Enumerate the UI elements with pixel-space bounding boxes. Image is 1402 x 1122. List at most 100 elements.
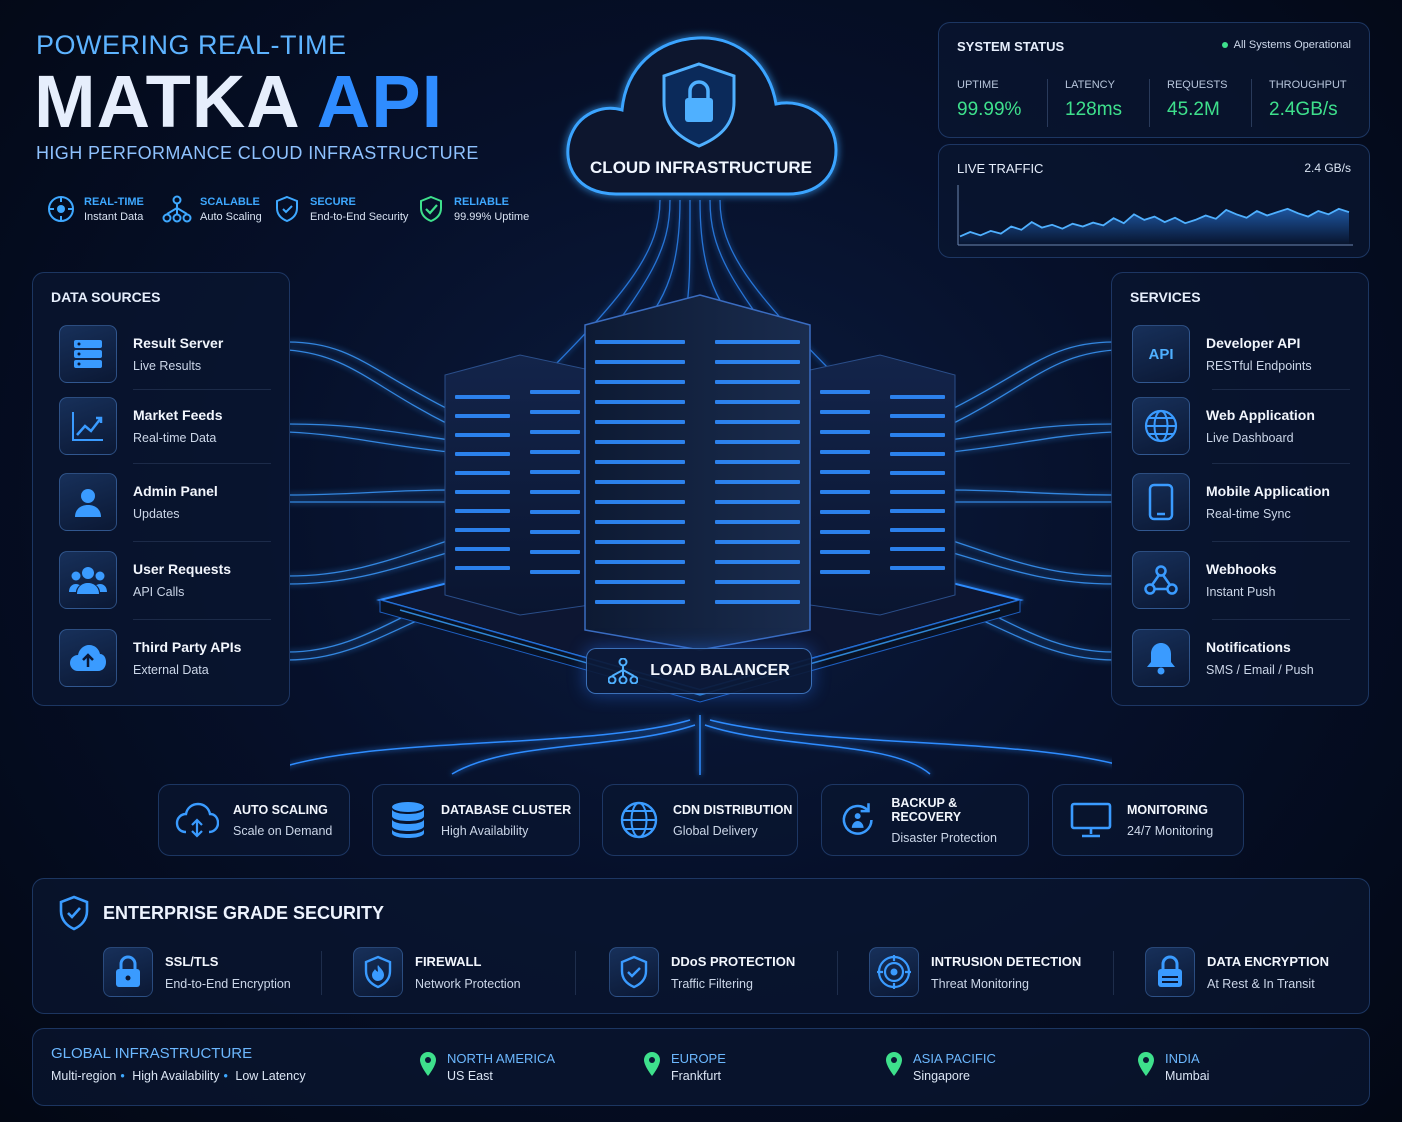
hero-subtitle: HIGH PERFORMANCE CLOUD INFRASTRUCTURE bbox=[36, 143, 479, 163]
infra-backup-recovery[interactable]: BACKUP & RECOVERY Disaster Protection bbox=[821, 784, 1029, 856]
load-balancer-label: LOAD BALANCER bbox=[650, 662, 790, 679]
rack-led bbox=[820, 570, 870, 574]
infra-desc: High Availability bbox=[441, 823, 529, 838]
rack-led bbox=[530, 510, 580, 514]
rack-led bbox=[595, 380, 685, 384]
rack-led bbox=[715, 460, 800, 464]
rack-led bbox=[595, 600, 685, 604]
api-icon: API bbox=[1132, 325, 1190, 383]
bell-icon bbox=[1132, 629, 1190, 687]
source-item-third-party-apis[interactable]: Third Party APIs External Data bbox=[59, 627, 289, 689]
rack-led bbox=[530, 390, 580, 394]
infra-database-cluster[interactable]: DATABASE CLUSTER High Availability bbox=[372, 784, 580, 856]
region-north-america[interactable]: NORTH AMERICA US East bbox=[419, 1051, 555, 1083]
metric-value: 99.99% bbox=[957, 99, 1022, 120]
rack-led bbox=[715, 400, 800, 404]
lock-icon bbox=[103, 947, 153, 997]
rack-led bbox=[595, 420, 685, 424]
services-title: SERVICES bbox=[1130, 289, 1201, 305]
services-panel: SERVICES API Developer API RESTful Endpoi… bbox=[1111, 272, 1369, 706]
rack-led bbox=[820, 470, 870, 474]
globe-icon bbox=[1132, 397, 1190, 455]
service-item-developer-api[interactable]: API Developer API RESTful Endpoints bbox=[1132, 323, 1362, 385]
rack-led bbox=[595, 500, 685, 504]
traffic-title: LIVE TRAFFIC bbox=[957, 161, 1044, 176]
security-item-encryption[interactable]: DATA ENCRYPTION At Rest & In Transit bbox=[1145, 947, 1329, 997]
source-item-admin-panel[interactable]: Admin Panel Updates bbox=[59, 471, 289, 533]
region-name: ASIA PACIFIC bbox=[913, 1051, 996, 1066]
infra-monitoring[interactable]: MONITORING 24/7 Monitoring bbox=[1052, 784, 1244, 856]
security-item-title: SSL/TLS bbox=[165, 953, 219, 969]
rack-led bbox=[455, 547, 510, 551]
encryption-icon bbox=[1145, 947, 1195, 997]
rack-led bbox=[595, 560, 685, 564]
service-desc: Live Dashboard bbox=[1206, 431, 1294, 445]
rack-led bbox=[890, 433, 945, 437]
service-item-notifications[interactable]: Notifications SMS / Email / Push bbox=[1132, 627, 1362, 689]
region-europe[interactable]: EUROPE Frankfurt bbox=[643, 1051, 726, 1083]
infra-title: CDN DISTRIBUTION bbox=[673, 802, 793, 817]
security-item-ddos[interactable]: DDoS PROTECTION Traffic Filtering bbox=[609, 947, 795, 997]
hero-title-main: MATKA bbox=[34, 60, 298, 143]
load-balancer: LOAD BALANCER bbox=[586, 648, 812, 694]
rack-led bbox=[595, 440, 685, 444]
region-name: EUROPE bbox=[671, 1051, 726, 1066]
infra-cdn-distribution[interactable]: CDN DISTRIBUTION Global Delivery bbox=[602, 784, 798, 856]
server-icon bbox=[59, 325, 117, 383]
source-item-user-requests[interactable]: User Requests API Calls bbox=[59, 549, 289, 611]
feature-realtime: REAL-TIME Instant Data bbox=[46, 194, 144, 224]
security-item-title: DDoS PROTECTION bbox=[671, 953, 796, 969]
rack-led bbox=[715, 360, 800, 364]
rack-led bbox=[595, 540, 685, 544]
traffic-value: 2.4 GB/s bbox=[1304, 161, 1351, 175]
service-title: Mobile Application bbox=[1206, 483, 1330, 499]
target-icon bbox=[48, 196, 74, 222]
region-city: Mumbai bbox=[1165, 1069, 1210, 1083]
rack-led bbox=[820, 510, 870, 514]
infra-desc: 24/7 Monitoring bbox=[1127, 823, 1214, 838]
region-asia-pacific[interactable]: ASIA PACIFIC Singapore bbox=[885, 1051, 996, 1083]
metric-uptime: UPTIME 99.99% bbox=[957, 79, 1021, 121]
region-india[interactable]: INDIA Mumbai bbox=[1137, 1051, 1209, 1083]
infra-title: BACKUP & RECOVERY bbox=[891, 795, 962, 824]
hero-title: MATKA API bbox=[34, 62, 443, 142]
metric-label: UPTIME bbox=[957, 79, 999, 91]
infra-auto-scaling[interactable]: AUTO SCALING Scale on Demand bbox=[158, 784, 350, 856]
service-desc: SMS / Email / Push bbox=[1206, 663, 1314, 677]
rack-led bbox=[820, 490, 870, 494]
security-title: ENTERPRISE GRADE SECURITY bbox=[103, 903, 385, 923]
shield-check-icon bbox=[59, 895, 89, 931]
rack-led bbox=[455, 528, 510, 532]
users-icon bbox=[59, 551, 117, 609]
database-icon bbox=[392, 802, 424, 838]
traffic-sparkline bbox=[957, 185, 1353, 246]
service-item-mobile-application[interactable]: Mobile Application Real-time Sync bbox=[1132, 471, 1362, 533]
rack-led bbox=[715, 540, 800, 544]
region-city: Frankfurt bbox=[671, 1069, 722, 1083]
firewall-icon bbox=[353, 947, 403, 997]
location-pin-icon bbox=[644, 1052, 660, 1076]
server-scene bbox=[290, 199, 1112, 775]
security-item-intrusion[interactable]: INTRUSION DETECTION Threat Monitoring bbox=[869, 947, 1081, 997]
rack-led bbox=[890, 528, 945, 532]
hero-title-accent: API bbox=[316, 60, 444, 143]
security-item-ssl[interactable]: SSL/TLS End-to-End Encryption bbox=[103, 947, 291, 997]
rack-led bbox=[890, 490, 945, 494]
radar-icon bbox=[869, 947, 919, 997]
security-panel: ENTERPRISE GRADE SECURITY SSL/TLS End-to-… bbox=[32, 878, 1370, 1014]
service-item-web-application[interactable]: Web Application Live Dashboard bbox=[1132, 395, 1362, 457]
cloud-upload-icon bbox=[59, 629, 117, 687]
metric-label: REQUESTS bbox=[1167, 79, 1228, 91]
rack-led bbox=[820, 450, 870, 454]
source-item-result-server[interactable]: Result Server Live Results bbox=[59, 323, 289, 385]
rack-led bbox=[530, 450, 580, 454]
metric-requests: REQUESTS 45.2M bbox=[1167, 79, 1228, 121]
status-title: SYSTEM STATUS bbox=[957, 39, 1065, 54]
source-title: Market Feeds bbox=[133, 407, 223, 423]
location-pin-icon bbox=[420, 1052, 436, 1076]
feature-scalable: SCALABLE Auto Scaling bbox=[162, 194, 262, 224]
service-item-webhooks[interactable]: Webhooks Instant Push bbox=[1132, 549, 1362, 611]
security-item-firewall[interactable]: FIREWALL Network Protection bbox=[353, 947, 521, 997]
rack-led bbox=[595, 340, 685, 344]
source-item-market-feeds[interactable]: Market Feeds Real-time Data bbox=[59, 395, 289, 457]
